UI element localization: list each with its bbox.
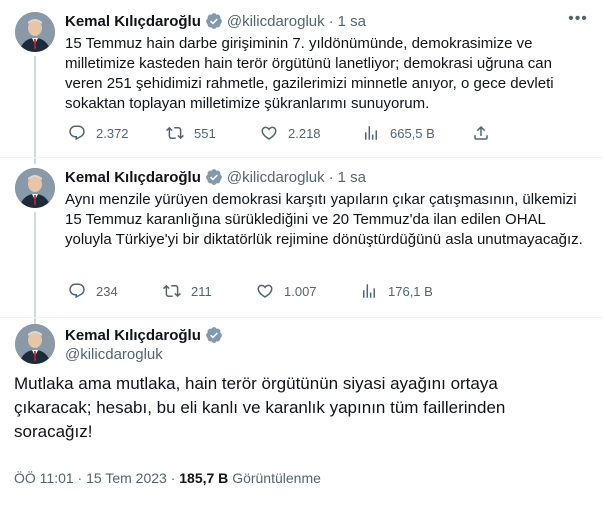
- views-button[interactable]: 176,1 B: [360, 282, 433, 300]
- author-name[interactable]: Kemal Kılıçdaroğlu: [65, 169, 201, 186]
- verified-badge-icon: [205, 13, 222, 29]
- views-total: 185,7 B: [179, 470, 229, 486]
- main-tweet-text: Mutlaka ama mutlaka, hain terör örgütünü…: [14, 374, 506, 441]
- avatar[interactable]: [15, 168, 55, 208]
- like-button[interactable]: 2.218: [260, 124, 321, 142]
- share-icon: [474, 125, 488, 140]
- share-button[interactable]: [472, 124, 500, 142]
- author-block: Kemal Kılıçdaroğlu @kilicdarogluk: [65, 326, 223, 363]
- tweet-text: Aynı menzile yürüyen demokrasi karşıtı y…: [65, 191, 583, 248]
- tweet-time[interactable]: 1 sa: [338, 13, 366, 30]
- like-count: 2.218: [288, 125, 321, 141]
- reply-icon: [69, 125, 85, 141]
- tweet-meta: ÖÖ 11:01 · 15 Tem 2023 · 185,7 B Görüntü…: [14, 470, 321, 486]
- retweet-icon: [163, 284, 181, 298]
- retweet-button[interactable]: 551: [166, 124, 216, 142]
- reply-count: 2.372: [96, 125, 129, 141]
- like-count: 1.007: [284, 283, 317, 299]
- author-name[interactable]: Kemal Kılıçdaroğlu: [65, 327, 201, 344]
- verified-badge-icon: [205, 327, 222, 343]
- retweet-count: 211: [191, 283, 212, 299]
- tweet-header: Kemal Kılıçdaroğlu @kilicdarogluk · 1 sa: [65, 12, 366, 30]
- retweet-icon: [166, 126, 184, 140]
- tweet-time[interactable]: 1 sa: [338, 169, 366, 186]
- like-icon: [261, 126, 277, 140]
- reply-button[interactable]: 234: [68, 282, 118, 300]
- reply-button[interactable]: 2.372: [68, 124, 129, 142]
- reply-count: 234: [96, 283, 118, 299]
- views-count: 176,1 B: [388, 283, 433, 299]
- tweet-actions: 2.372 551 2.218 665,5 B: [60, 124, 500, 144]
- main-tweet: Kemal Kılıçdaroğlu @kilicdarogluk Mutlak…: [0, 318, 602, 508]
- views-count: 665,5 B: [390, 125, 435, 141]
- more-icon[interactable]: •••: [568, 11, 588, 32]
- author-handle[interactable]: @kilicdarogluk: [227, 169, 325, 186]
- views-button[interactable]: 665,5 B: [362, 124, 435, 142]
- separator-dot: ·: [328, 12, 334, 30]
- separator-dot: ·: [328, 168, 334, 186]
- reply-icon: [69, 283, 85, 299]
- like-icon: [257, 284, 273, 298]
- tweet-actions: 234 211 1.007 176,1 B: [60, 282, 500, 302]
- like-button[interactable]: 1.007: [256, 282, 317, 300]
- views-icon: [365, 126, 377, 140]
- author-name[interactable]: Kemal Kılıçdaroğlu: [65, 13, 201, 30]
- retweet-count: 551: [194, 125, 216, 141]
- avatar[interactable]: [15, 12, 55, 52]
- author-handle[interactable]: @kilicdarogluk: [65, 346, 223, 363]
- retweet-button[interactable]: 211: [163, 282, 212, 300]
- tweet-text: 15 Temmuz hain darbe girişiminin 7. yıld…: [65, 35, 554, 112]
- separator-dot: ·: [166, 470, 180, 486]
- avatar[interactable]: [15, 324, 55, 364]
- verified-badge-icon: [205, 169, 222, 185]
- views-label: Görüntülenme: [232, 470, 321, 486]
- tweet-timestamp[interactable]: ÖÖ 11:01 · 15 Tem 2023: [14, 470, 167, 486]
- tweet-header: Kemal Kılıçdaroğlu @kilicdarogluk · 1 sa: [65, 168, 366, 186]
- views-icon: [363, 284, 375, 298]
- tweet-2[interactable]: Kemal Kılıçdaroğlu @kilicdarogluk · 1 sa…: [0, 158, 602, 318]
- author-handle[interactable]: @kilicdarogluk: [227, 13, 325, 30]
- tweet-1[interactable]: Kemal Kılıçdaroğlu @kilicdarogluk · 1 sa…: [0, 0, 602, 158]
